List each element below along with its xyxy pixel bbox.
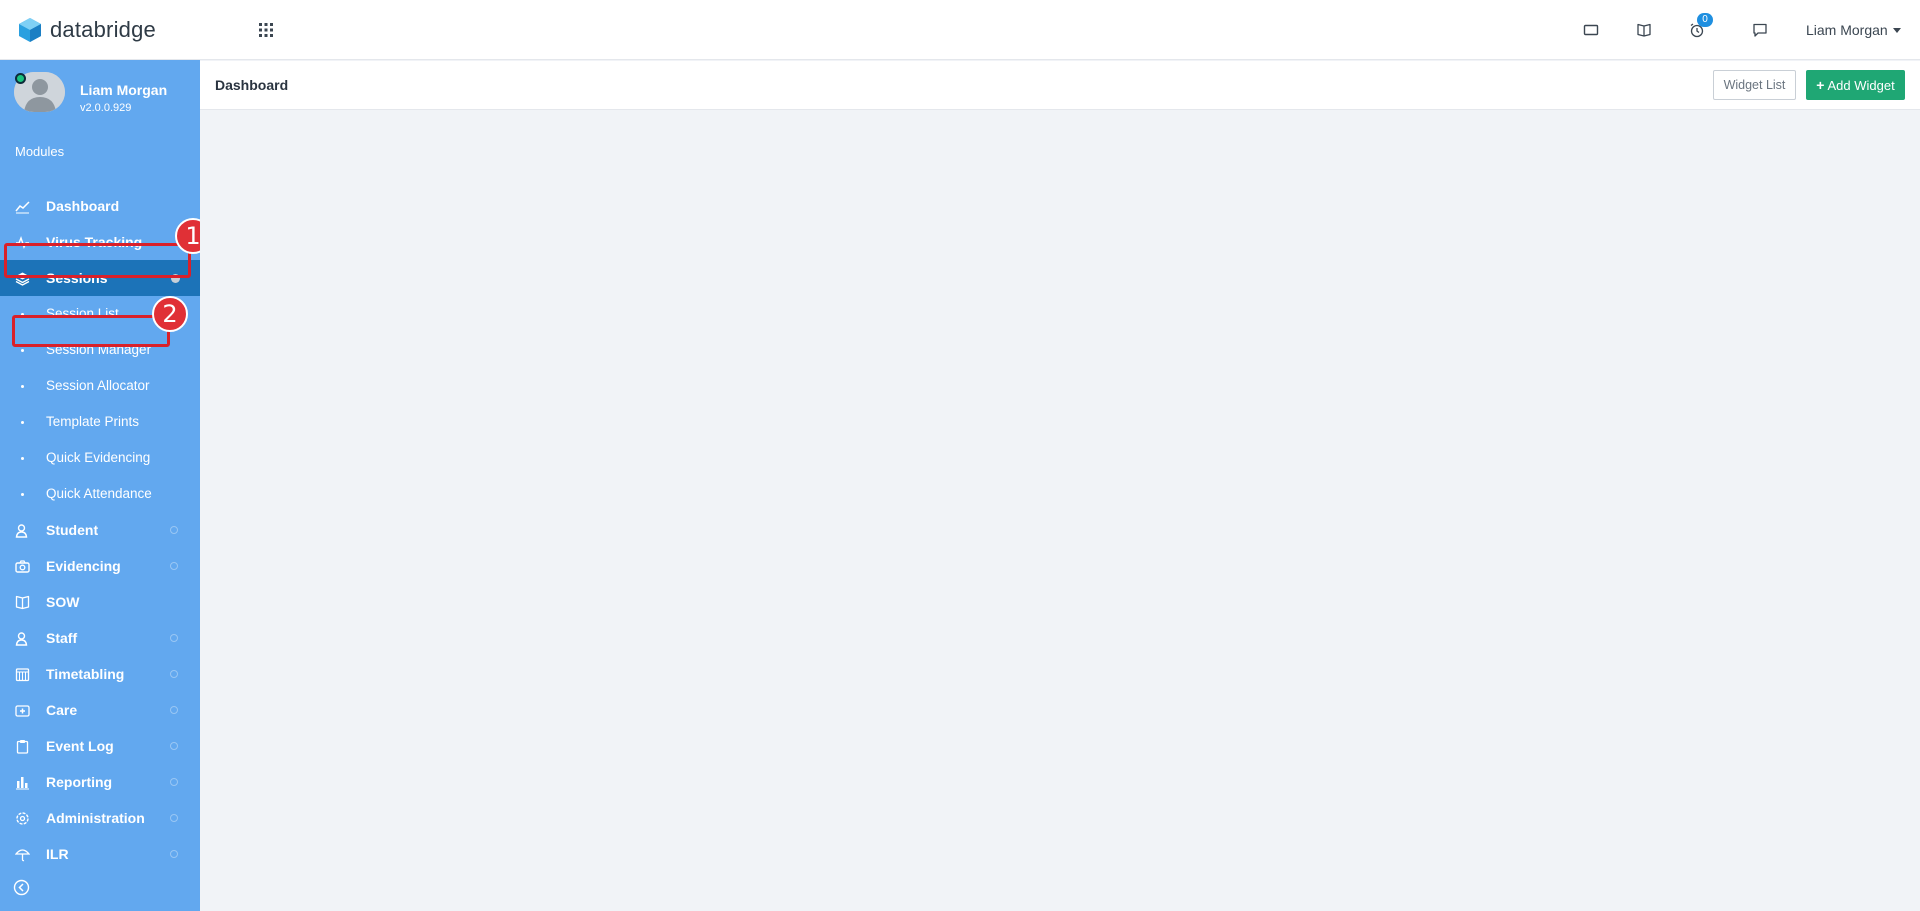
alarm-clock-icon[interactable]: 0 [1687,13,1713,40]
sidebar: Liam Morgan v2.0.0.929 Modules Dashboard… [0,60,200,911]
sidebar-subitem-quick-evidencing[interactable]: Quick Evidencing [0,440,200,476]
add-widget-button[interactable]: + Add Widget [1806,70,1905,100]
sidebar-item-timetabling[interactable]: Timetabling [0,656,200,692]
chat-icon[interactable] [1750,20,1770,40]
notification-badge: 0 [1697,13,1713,27]
page-title: Dashboard [215,77,289,93]
sidebar-item-label: ILR [46,846,69,862]
sidebar-item-label: Event Log [46,738,114,754]
sidebar-subitem-label: Quick Attendance [46,486,152,501]
bar-chart-icon [16,777,29,790]
sidebar-item-care[interactable]: Care [0,692,200,728]
sidebar-item-sow[interactable]: SOW [0,584,200,620]
user-icon [15,632,28,646]
sidebar-subitem-label: Quick Evidencing [46,450,151,465]
sidebar-subitem-template-prints[interactable]: Template Prints [0,404,200,440]
page-header: Dashboard Widget List + Add Widget [200,61,1920,110]
app-version: v2.0.0.929 [80,102,132,114]
expand-indicator-icon [170,562,178,570]
brand-logo[interactable]: databridge [18,16,156,44]
user-icon [15,524,28,538]
sidebar-item-event-log[interactable]: Event Log [0,728,200,764]
book-icon [15,595,30,610]
expand-indicator-icon [170,850,178,858]
umbrella-icon [15,849,30,862]
profile-card[interactable]: Liam Morgan v2.0.0.929 [14,72,194,117]
expand-indicator-icon [170,814,178,822]
expand-indicator-icon [170,742,178,750]
online-status-indicator [15,73,26,84]
sidebar-subitem-quick-attendance[interactable]: Quick Attendance [0,476,200,512]
profile-name: Liam Morgan [80,82,168,98]
sidebar-item-dashboard[interactable]: Dashboard [0,188,200,224]
sidebar-item-label: Care [46,702,78,718]
bullet-icon [21,421,24,424]
sidebar-item-evidencing[interactable]: Evidencing [0,548,200,584]
bullet-icon [21,385,24,388]
add-widget-label: Add Widget [1827,77,1895,93]
plus-icon: + [1816,77,1825,93]
expand-indicator-icon [170,526,178,534]
bullet-icon [21,457,24,460]
modules-section-title: Modules [15,144,65,159]
expand-indicator-icon [170,670,178,678]
camera-icon [15,560,30,573]
user-menu-dropdown[interactable]: Liam Morgan [1806,20,1901,40]
user-menu-name: Liam Morgan [1806,22,1888,38]
bullet-icon [21,349,24,352]
tablet-icon[interactable] [1581,20,1601,40]
highlight-box-sessions [4,243,191,278]
chart-line-icon [15,201,30,214]
sidebar-subitem-session-allocator[interactable]: Session Allocator [0,368,200,404]
expand-indicator-icon [170,778,178,786]
sidebar-item-label: Evidencing [46,558,121,574]
sidebar-item-label: Timetabling [46,666,125,682]
book-open-icon[interactable] [1634,20,1654,40]
top-bar: databridge 0 Liam Morgan [0,0,1920,60]
collapse-sidebar-icon[interactable] [13,879,30,896]
sidebar-item-label: Staff [46,630,78,646]
brand-name: databridge [50,17,156,42]
expand-indicator-icon [170,706,178,714]
step-marker-2: 2 [152,296,188,332]
sidebar-item-ilr[interactable]: ILR [0,836,200,872]
widget-list-button[interactable]: Widget List [1713,70,1796,100]
calendar-icon [15,668,30,682]
sidebar-item-label: Dashboard [46,198,120,214]
clipboard-icon [16,740,29,754]
gear-icon [16,812,29,825]
sidebar-item-label: Administration [46,810,145,826]
apps-grid-icon[interactable] [258,22,274,38]
expand-indicator-icon [170,634,178,642]
sidebar-item-label: Reporting [46,774,113,790]
caret-down-icon [1892,27,1901,33]
highlight-box-session-manager [12,315,170,347]
sidebar-item-reporting[interactable]: Reporting [0,764,200,800]
sidebar-item-label: Student [46,522,99,538]
bullet-icon [21,493,24,496]
sidebar-item-label: SOW [46,594,80,610]
sidebar-subitem-label: Session Allocator [46,378,150,393]
dashboard-content-area [200,110,1920,911]
sidebar-item-staff[interactable]: Staff [0,620,200,656]
sidebar-subitem-label: Template Prints [46,414,140,429]
first-aid-icon [15,705,30,717]
databridge-logo-icon [19,18,41,42]
sidebar-item-student[interactable]: Student [0,512,200,548]
sidebar-item-administration[interactable]: Administration [0,800,200,836]
